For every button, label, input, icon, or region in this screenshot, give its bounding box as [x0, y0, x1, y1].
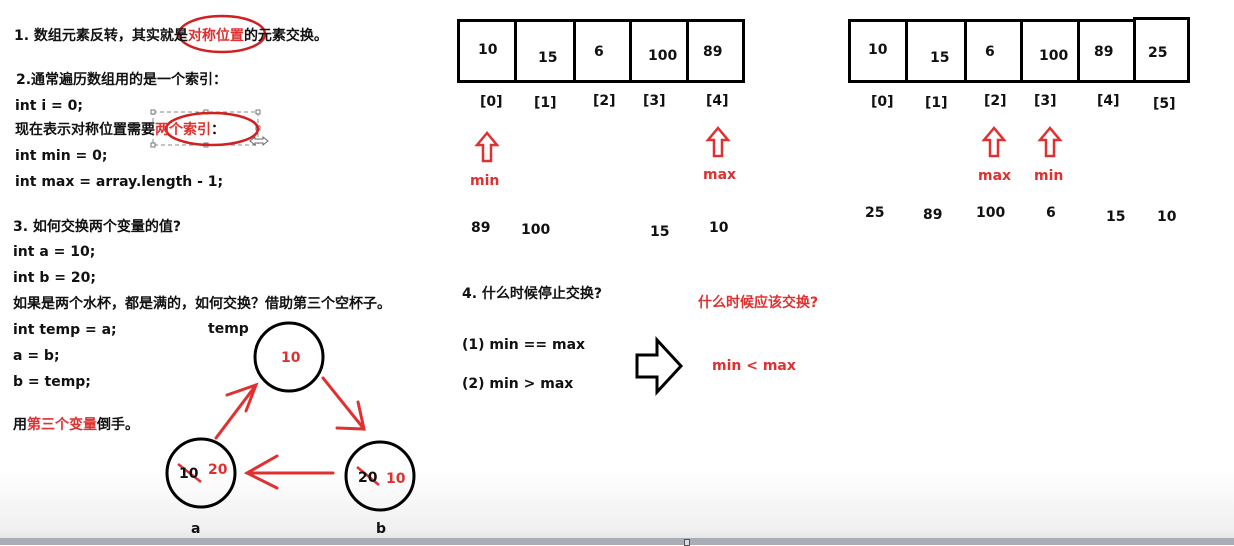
line-1: 1. 数组元素反转，其实就是对称位置的元素交换。: [14, 28, 328, 44]
a-label: a: [191, 521, 201, 537]
line-14-prefix: 用: [13, 417, 27, 433]
array-1-cell: 15: [514, 19, 576, 83]
array-2-reversed-value: 15: [1106, 209, 1126, 225]
array-1-index: [2]: [593, 93, 616, 109]
array-1-min-label: min: [470, 173, 500, 189]
line-12: a = b;: [13, 348, 60, 364]
temp-label: temp: [208, 321, 249, 337]
stop-condition-1: (1) min == max: [462, 337, 586, 353]
line-1-suffix: 的元素交换。: [243, 28, 328, 44]
arrow-temp-to-b: [321, 376, 366, 431]
line-14-highlight: 第三个变量: [27, 417, 97, 433]
array-2-cell: 6: [964, 19, 1023, 83]
array-1-reversed-value: 100: [521, 222, 551, 238]
array-2-cell: 15: [905, 19, 967, 83]
array-2-max-label: max: [978, 168, 1012, 184]
up-arrow-min-2: [1037, 126, 1063, 158]
resize-cursor-icon: [249, 135, 269, 147]
bottom-scrollbar[interactable]: [0, 538, 1234, 545]
array-1-cell: 89: [686, 19, 745, 83]
cell-value: 6: [594, 44, 604, 60]
temp-value: 10: [281, 350, 301, 366]
line-4-suffix: ：: [211, 122, 225, 138]
array-2-index: [4]: [1097, 93, 1120, 109]
array-2-cell: 89: [1077, 19, 1136, 83]
array-2-cell: 10: [848, 19, 908, 83]
b-old-value: 20: [358, 470, 378, 486]
line-9: int b = 20;: [13, 270, 96, 286]
array-2-reversed-value: 6: [1046, 205, 1056, 221]
array-2-cell: 25: [1133, 17, 1190, 83]
line-13: b = temp;: [13, 374, 91, 390]
line-7: 3. 如何交换两个变量的值?: [13, 219, 182, 235]
up-arrow-min-1: [474, 131, 500, 163]
array-2-index: [3]: [1034, 93, 1057, 109]
line-11: int temp = a;: [13, 322, 117, 338]
up-arrow-max-1: [705, 126, 731, 158]
array-1-reversed-value: 15: [650, 224, 670, 240]
a-new-value: 20: [208, 462, 228, 478]
array-1-cell: 100: [629, 19, 689, 83]
line-5: int min = 0;: [15, 148, 108, 164]
array-1-max-label: max: [703, 167, 737, 183]
array-2-reversed-value: 100: [976, 205, 1006, 221]
array-2-cell: 100: [1020, 19, 1080, 83]
cell-value: 89: [703, 44, 723, 60]
array-1-reversed-value: 89: [471, 220, 491, 236]
array-1-cell: 10: [457, 19, 517, 83]
array-1-cell: 6: [573, 19, 632, 83]
array-2-index: [1]: [925, 95, 948, 111]
array-2-reversed-value: 89: [923, 207, 943, 223]
line-14-suffix: 倒手。: [97, 417, 139, 433]
array-1-index: [1]: [534, 95, 557, 111]
line-3: int i = 0;: [15, 98, 83, 114]
array-2-reversed-value: 10: [1157, 209, 1177, 225]
cell-value: 25: [1148, 45, 1168, 61]
line-4: 现在表示对称位置需要两个索引：: [15, 122, 225, 138]
line-1-highlight: 对称位置: [187, 28, 244, 44]
array-2-index: [0]: [871, 94, 894, 110]
line-6: int max = array.length - 1;: [15, 174, 224, 190]
line-4-prefix: 现在表示对称位置需要: [15, 122, 155, 138]
line-14: 用第三个变量倒手。: [13, 417, 139, 433]
array-2-min-label: min: [1034, 168, 1064, 184]
cell-value: 100: [1039, 48, 1069, 64]
stop-question: 什么时候应该交换?: [698, 295, 819, 311]
arrow-a-to-temp: [214, 382, 259, 440]
cell-value: 6: [985, 44, 995, 60]
cell-value: 10: [478, 42, 498, 58]
cell-value: 10: [868, 42, 888, 58]
up-arrow-max-2: [981, 126, 1007, 158]
line-1-prefix: 1. 数组元素反转，其实就是: [14, 28, 188, 44]
b-new-value: 10: [386, 471, 406, 487]
line-10: 如果是两个水杯，都是满的，如何交换？借助第三个空杯子。: [13, 296, 391, 312]
array-1-reversed-value: 10: [709, 220, 729, 236]
array-2-index: [5]: [1153, 96, 1176, 112]
line-8: int a = 10;: [13, 244, 96, 260]
array-2-reversed-value: 25: [865, 205, 885, 221]
right-arrow-icon: [635, 336, 684, 396]
arrow-b-to-a: [243, 454, 335, 490]
cell-value: 89: [1094, 44, 1114, 60]
swap-condition: min < max: [712, 358, 796, 374]
line-2: 2.通常遍历数组用的是一个索引：: [16, 72, 228, 88]
array-1-index: [3]: [643, 93, 666, 109]
b-label: b: [376, 521, 387, 537]
cell-value: 15: [538, 50, 558, 66]
array-1-index: [4]: [706, 93, 729, 109]
cell-value: 100: [648, 48, 678, 64]
stop-title: 4. 什么时候停止交换?: [462, 286, 603, 302]
a-old-value: 10: [179, 466, 199, 482]
array-2-index: [2]: [984, 93, 1007, 109]
cell-value: 15: [930, 50, 950, 66]
line-4-highlight: 两个索引: [155, 122, 211, 138]
array-1-index: [0]: [480, 94, 503, 110]
stop-condition-2: (2) min > max: [462, 376, 574, 392]
